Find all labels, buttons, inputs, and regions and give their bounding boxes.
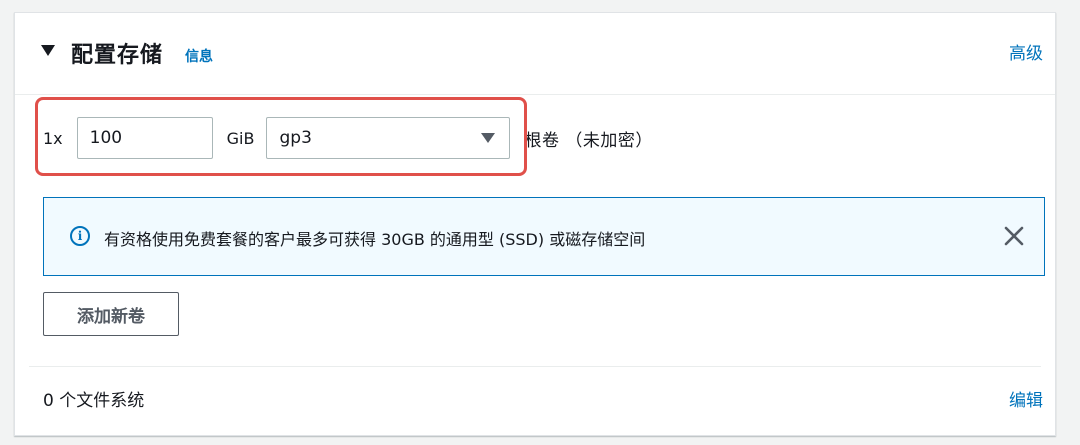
section-divider	[29, 366, 1041, 367]
add-volume-button[interactable]: 添加新卷	[43, 292, 179, 336]
page-title: 配置存储	[71, 43, 164, 68]
edit-link[interactable]: 编辑	[1009, 386, 1043, 411]
volume-type-selected: gp3	[279, 128, 312, 148]
panel-header: 配置存储 信息 高级	[15, 13, 1055, 95]
volume-size-input[interactable]	[76, 117, 213, 159]
volume-count-label: 1x	[43, 128, 63, 148]
info-link[interactable]: 信息	[185, 46, 213, 66]
close-alert-button[interactable]	[1002, 224, 1026, 248]
storage-config-panel: 配置存储 信息 高级 1x GiB gp3 根卷 （未加密） i 有资格使用免费…	[14, 12, 1056, 436]
close-icon	[1004, 226, 1024, 246]
volume-type-select[interactable]: gp3	[266, 117, 511, 159]
collapse-caret-icon[interactable]	[41, 45, 55, 56]
file-system-count: 0 个文件系统	[43, 391, 145, 411]
root-volume-description: 根卷 （未加密）	[524, 130, 653, 151]
root-volume-row: 1x GiB gp3 根卷 （未加密）	[43, 116, 653, 160]
caret-down-icon	[481, 133, 496, 143]
advanced-link[interactable]: 高级	[1009, 39, 1043, 64]
alert-message: 有资格使用免费套餐的客户最多可获得 30GB 的通用型 (SSD) 或磁存储空间	[104, 230, 646, 249]
info-icon: i	[70, 226, 90, 246]
free-tier-alert: i 有资格使用免费套餐的客户最多可获得 30GB 的通用型 (SSD) 或磁存储…	[43, 197, 1045, 276]
volume-unit-label: GiB	[226, 128, 255, 148]
